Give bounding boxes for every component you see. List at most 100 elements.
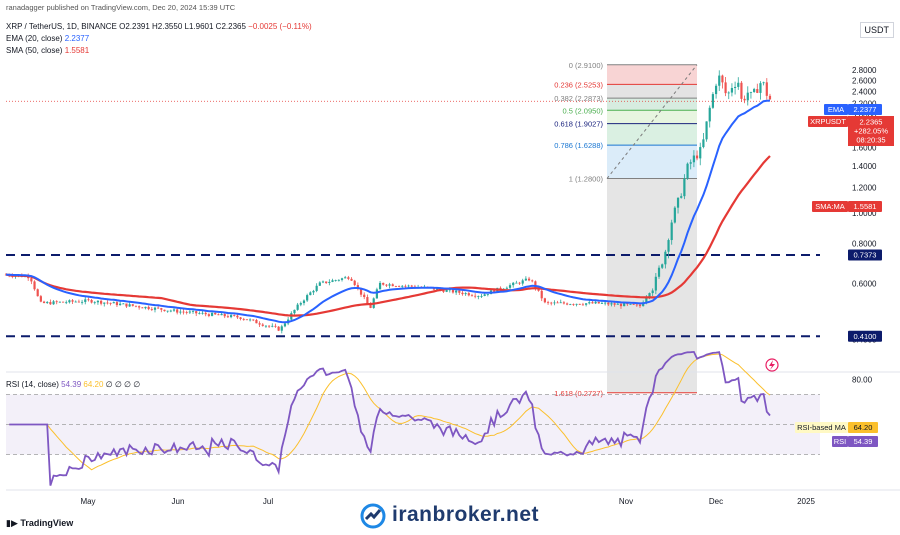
candle-body [737,82,740,87]
candle-body [632,303,635,305]
candle-body [708,107,711,122]
tv-logo-text: TradingView [20,518,74,528]
price-tick: 2.8000 [852,66,877,75]
candle-body [569,304,572,306]
tradingview-logo[interactable]: ▮▶ TradingView [6,518,73,529]
fib-zone-0.618 [607,123,697,146]
sma-value-badge: 1.5581 [854,202,877,211]
candle-body [613,303,616,305]
candle-body [508,285,512,288]
candle-body [106,302,109,304]
candle-body [759,83,762,93]
watermark-text: iranbroker.net [392,503,540,526]
fibonacci-retracement[interactable]: 0 (2.9100) 0.236 (2.5253) 0.382 (2.2873) 0.… [554,61,698,398]
candle-body [524,278,527,281]
candle-body [407,285,410,287]
ema-value-badge: 2.2377 [854,105,877,114]
candle-body [730,88,734,93]
candle-body [604,302,607,304]
candle-body [169,310,172,312]
candle-body [30,278,33,282]
candle-body [521,280,524,284]
candle-body [153,307,157,310]
candle-body [179,311,182,313]
lightning-icon[interactable] [765,358,779,372]
candle-body [756,89,759,93]
candle-body [131,304,134,306]
candle-body [306,295,309,301]
candle-body [293,309,296,314]
candle-body [84,299,87,302]
candle-body [264,325,268,327]
candle-body [353,280,356,286]
candle-body [623,303,626,307]
candle-body [115,302,119,306]
candle-body [312,290,315,293]
candle-body [198,313,201,315]
candle-body [274,325,277,327]
candle-body [705,121,708,140]
candle-body [325,281,328,284]
candle-body [546,302,550,304]
candle-body [683,178,686,197]
candle-body [638,304,642,307]
candle-body [676,197,680,208]
fib-label-0.786: 0.786 (1.6288) [554,141,603,150]
candle-body [233,315,236,316]
candle-body [575,303,578,305]
candle-body [597,301,600,304]
watermark-logo-icon [360,503,386,529]
candle-body [318,282,321,286]
candle-body [340,278,344,280]
candle-body [699,147,702,159]
ema-tag: EMA [828,105,844,114]
candle-body [236,315,239,318]
candle-body [607,302,610,305]
candle-body [268,325,271,327]
rsi-axis[interactable]: 80.0040.00 [852,376,873,445]
candle-body [578,303,581,305]
candle-body [464,293,467,295]
candle-body [718,75,721,86]
candle-body [138,306,141,308]
candle-body [150,309,153,310]
price-chart[interactable]: 0 (2.9100) 0.236 (2.5253) 0.382 (2.2873) 0.… [0,0,900,535]
candle-body [100,300,103,304]
candle-body [689,162,692,164]
time-label-dec: Dec [709,497,723,506]
candle-body [391,284,394,287]
candle-body [619,303,623,307]
candle-body [591,302,594,304]
candle-body [654,276,657,291]
candle-body [93,302,96,304]
level1-badge: 0.7373 [854,250,877,259]
candle-body [724,82,727,94]
fib-label-0.618: 0.618 (1.9027) [554,120,603,129]
candle-body [134,305,138,307]
time-label-may: May [80,497,95,506]
time-label-jun: Jun [172,497,185,506]
candle-body [58,301,61,303]
candle-body [680,196,683,198]
candle-body [565,303,569,305]
candle-body [588,302,591,304]
candle-body [714,85,718,95]
candle-body [280,326,283,331]
candle-body [378,282,382,290]
candle-body [191,311,195,312]
rsi-ma-tag: RSI-based MA [797,423,846,432]
candle-body [458,290,461,293]
candle-body [223,313,226,317]
candle-body [559,302,562,304]
candle-body [271,325,274,327]
candle-body [204,312,207,315]
candle-body [610,303,613,305]
candle-body [214,312,217,315]
candle-body [670,222,673,241]
candle-body [562,302,566,304]
candle-body [252,319,255,321]
fib-zone-0 [607,64,697,85]
candle-body [77,301,81,303]
fib-label-1: 1 (1.2800) [569,175,604,184]
price-axis[interactable]: 2.80002.60002.40002.20002.00001.80001.60… [6,66,900,373]
